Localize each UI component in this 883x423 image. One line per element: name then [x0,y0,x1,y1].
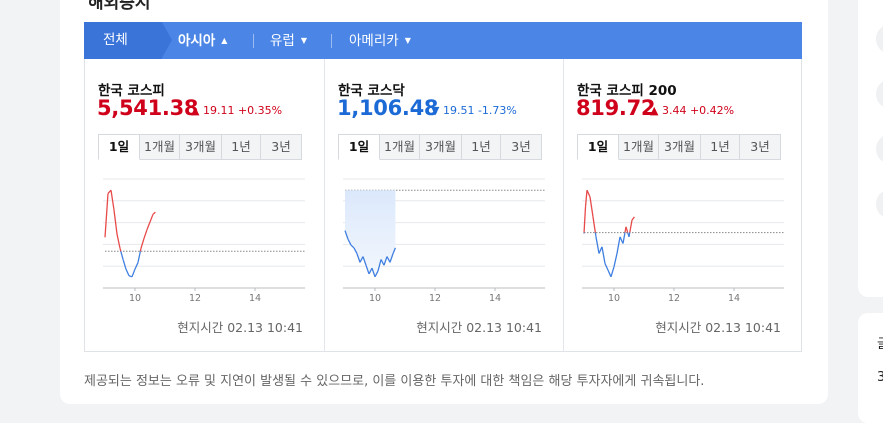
series-line-segment [626,227,628,233]
region-tabs: 전체 아시아 ▲ 유럽 ▼ 아메리카 ▼ [84,22,802,59]
period-selector: 1일 1개월 3개월 1년 3년 [98,134,302,160]
period-selector: 1일 1개월 3개월 1년 3년 [577,134,781,160]
x-tick-label: 14 [249,293,261,304]
tab-divider [331,34,332,48]
series-line-segment [123,259,126,269]
period-1m[interactable]: 1개월 [140,134,180,160]
series-line-segment [595,233,596,237]
section-title: 해외증시 [88,0,151,13]
series-line-segment [111,190,114,210]
side-card [858,313,883,423]
x-tick-label: 12 [189,293,201,304]
series-line-segment [150,214,153,222]
tab-label: 아메리카 [349,33,399,49]
x-tick-label: 10 [129,293,141,304]
period-3y[interactable]: 3년 [740,134,781,160]
intraday-chart: 10 12 14 [582,175,784,315]
index-value: 1,106.48 [337,96,438,120]
x-tick-label: 10 [369,293,381,304]
tab-all[interactable]: 전체 [84,22,162,59]
tab-active-arrow [162,22,172,58]
x-tick-label: 14 [728,293,740,304]
tab-europe[interactable]: 유럽 ▼ [270,22,307,59]
index-value: 5,541.38 [97,96,198,120]
period-1m[interactable]: 1개월 [619,134,659,160]
side-text: 글 [877,333,883,352]
period-1y[interactable]: 1년 [701,134,740,160]
period-1y[interactable]: 1년 [222,134,261,160]
series-line-segment [132,269,135,277]
series-line-segment [632,217,634,220]
caret-down-icon: ▼ [405,36,411,45]
series-line-segment [602,247,605,264]
index-value: 819.72 [576,96,655,120]
series-line-segment [138,251,140,262]
index-change: ▲ 19.11 +0.35% [191,104,282,117]
period-3m[interactable]: 3개월 [420,134,462,160]
series-line-segment [590,197,593,217]
index-panel-kospi200: 한국 코스피 200 819.72 ▲ 3.44 +0.42% 1일 1개월 3… [563,59,802,351]
index-change: ▼ 19.51 -1.73% [431,104,517,117]
series-line-segment [623,233,625,244]
series-line-segment [126,269,129,276]
intraday-chart: 10 12 14 [343,175,545,315]
series-line-segment [153,212,155,214]
local-time: 현지시간 02.13 10:41 [416,317,542,336]
tab-label: 전체 [103,32,128,48]
tab-label: 유럽 [270,33,295,49]
series-line-segment [141,238,144,248]
tab-divider [253,34,254,48]
caret-down-icon: ▼ [301,36,307,45]
period-selector: 1일 1개월 3개월 1년 3년 [338,134,542,160]
period-3m[interactable]: 3개월 [659,134,701,160]
period-1m[interactable]: 1개월 [380,134,420,160]
x-tick-label: 10 [608,293,620,304]
side-text: 3 [877,370,883,385]
series-line-segment [147,222,150,230]
series-line-segment [114,210,117,234]
period-1y[interactable]: 1년 [462,134,501,160]
series-line-segment [593,217,595,233]
series-line-segment [120,248,121,251]
local-time: 현지시간 02.13 10:41 [655,317,781,336]
period-3m[interactable]: 3개월 [180,134,222,160]
series-area [345,190,395,277]
series-line-segment [105,193,108,237]
series-line-segment [611,267,614,277]
series-line-segment [121,251,123,259]
period-3y[interactable]: 3년 [261,134,302,160]
index-panels: 한국 코스피 5,541.38 ▲ 19.11 +0.35% 1일 1개월 3개… [84,59,802,352]
period-3y[interactable]: 3년 [501,134,542,160]
series-line-segment [630,220,632,232]
x-tick-label: 12 [429,293,441,304]
x-tick-label: 14 [489,293,501,304]
series-line-segment [605,263,608,270]
local-time: 현지시간 02.13 10:41 [177,317,303,336]
disclaimer-text: 제공되는 정보는 오류 및 지연이 발생될 수 있으므로, 이를 이용한 투자에… [84,370,704,389]
series-line-segment [614,253,617,266]
intraday-chart: 10 12 14 [103,175,305,315]
index-panel-kosdaq: 한국 코스닥 1,106.48 ▼ 19.51 -1.73% 1일 1개월 3개… [324,59,563,351]
index-panel-kospi: 한국 코스피 5,541.38 ▲ 19.11 +0.35% 1일 1개월 3개… [85,59,324,351]
x-tick-label: 12 [668,293,680,304]
series-line-segment [629,233,630,237]
series-line-segment [140,248,141,251]
series-line-segment [596,237,599,254]
period-1d[interactable]: 1일 [577,134,619,160]
series-line-segment [584,207,585,233]
tab-label: 아시아 [178,33,215,49]
period-1d[interactable]: 1일 [338,134,380,160]
tab-asia[interactable]: 아시아 ▲ [178,22,227,59]
series-line-segment [617,237,620,254]
series-line-segment [586,190,588,207]
series-line-segment [587,190,590,197]
series-line-segment [608,270,611,277]
period-1d[interactable]: 1일 [98,134,140,160]
tab-america[interactable]: 아메리카 ▼ [349,22,411,59]
index-change: ▲ 3.44 +0.42% [650,104,734,117]
series-line-segment [117,234,120,248]
series-line-segment [144,230,147,239]
caret-up-icon: ▲ [221,36,227,45]
